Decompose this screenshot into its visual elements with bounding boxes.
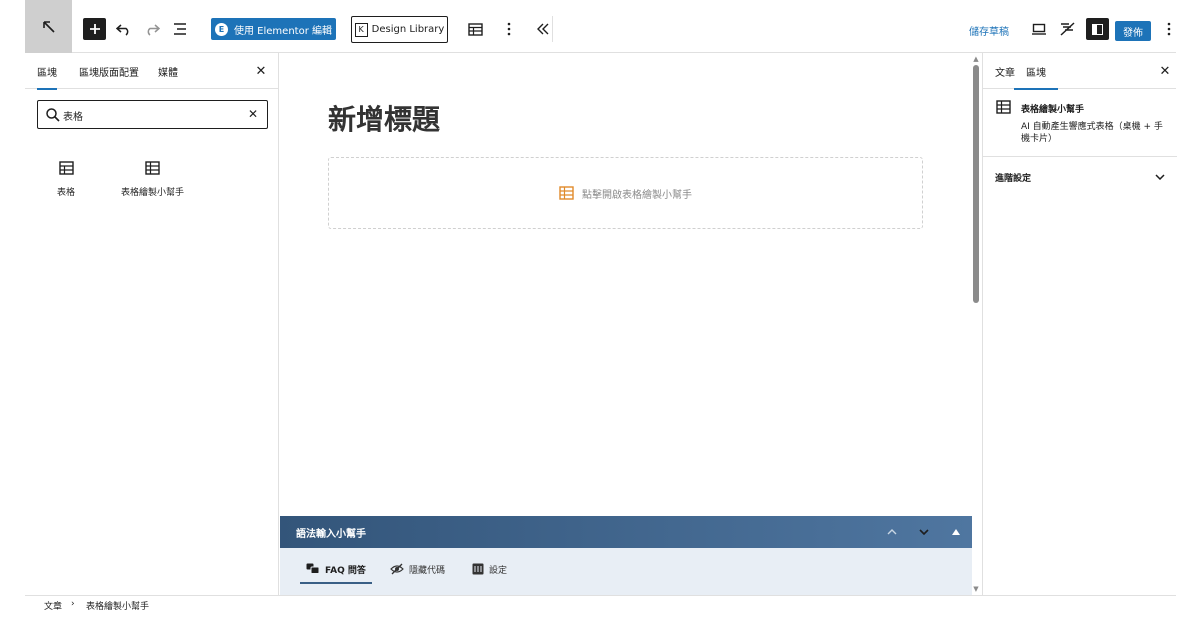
undo-icon [116, 24, 129, 36]
scroll-down-arrow-icon[interactable]: ▼ [971, 584, 981, 594]
document-overview-button[interactable] [168, 16, 192, 42]
chevron-down-icon [919, 529, 929, 535]
breadcrumb-item-post[interactable]: 文章 [44, 599, 62, 612]
design-library-button[interactable]: K Design Library [351, 16, 448, 43]
scroll-thumb[interactable] [973, 65, 979, 303]
elementor-button-label: 使用 Elementor 編輯 [234, 25, 332, 37]
close-inserter-button[interactable]: ✕ [253, 63, 269, 79]
close-icon: ✕ [1159, 63, 1171, 79]
block-card-title: 表格繪製小幫手 [1021, 105, 1085, 115]
tab-post[interactable]: 文章 [995, 53, 1015, 89]
table-icon [996, 100, 1011, 114]
settings-sidebar-toggle[interactable] [1086, 18, 1109, 40]
syntax-helper-body: FAQ 問答 隱藏代碼 設定 [280, 548, 972, 595]
search-icon [46, 108, 60, 122]
syntax-helper-header: 語法輸入小幫手 [280, 516, 972, 548]
edit-with-elementor-button[interactable]: E 使用 Elementor 編輯 [211, 18, 336, 40]
chevron-double-left-icon [537, 23, 549, 35]
settings-sidebar: 文章 區塊 ✕ 表格繪製小幫手 AI 自動產生響應式表格（桌機 + 手機卡片） … [982, 53, 1177, 595]
plus-icon [89, 24, 100, 34]
placeholder-label: 點擊開啟表格繪製小幫手 [582, 189, 692, 201]
table-helper-placeholder-block[interactable]: 點擊開啟表格繪製小幫手 [328, 157, 923, 229]
breadcrumb: 文章 › 表格繪製小幫手 [25, 595, 1176, 634]
move-up-button[interactable] [882, 522, 902, 542]
syntax-helper-panel: 語法輸入小幫手 FAQ 問答 隱藏代碼 設定 [280, 516, 972, 595]
close-settings-button[interactable]: ✕ [1157, 63, 1173, 79]
clear-search-button[interactable]: ✕ [246, 107, 260, 121]
seo-tool-button[interactable] [1056, 16, 1080, 42]
block-result-label: 表格 [57, 188, 76, 198]
collapse-toolbar-button[interactable] [531, 16, 555, 42]
sliders-icon [472, 563, 484, 575]
redo-icon [147, 24, 160, 36]
arrow-up-left-icon [42, 20, 55, 33]
block-result-table-helper[interactable]: 表格繪製小幫手 [121, 161, 184, 221]
redo-button[interactable] [140, 16, 164, 42]
tab-patterns[interactable]: 區塊版面配置 [79, 53, 139, 89]
tab-hidden-code[interactable]: 隱藏代碼 [390, 556, 445, 582]
options-button[interactable] [1157, 16, 1181, 42]
post-title-input[interactable]: 新增標題 [328, 98, 440, 138]
block-search-input[interactable] [63, 105, 243, 125]
more-tools-button[interactable] [497, 16, 521, 42]
inserter-tabs: 區塊 區塊版面配置 媒體 ✕ [25, 53, 278, 90]
editor-frame: E 使用 Elementor 編輯 K Design Library 儲存草稿 … [25, 0, 1177, 634]
chevron-down-icon [1155, 174, 1165, 180]
more-vertical-icon [1167, 22, 1171, 36]
table-icon [467, 22, 483, 36]
editor-canvas: 新增標題 點擊開啟表格繪製小幫手 ▲ ▼ 語法輸入小幫手 FAQ 問答 隱藏代碼… [280, 53, 983, 595]
back-button[interactable] [25, 0, 72, 53]
breadcrumb-separator-icon: › [71, 599, 75, 609]
close-icon: ✕ [247, 107, 259, 121]
toggle-panel-button[interactable] [946, 522, 966, 542]
document-outline-icon [174, 23, 186, 35]
elementor-logo-icon: E [215, 22, 228, 36]
chevron-up-icon [887, 529, 897, 535]
more-vertical-icon [507, 22, 511, 36]
tab-block[interactable]: 區塊 [1014, 53, 1058, 90]
publish-button[interactable]: 發佈 [1115, 21, 1151, 41]
block-inserter-panel: 區塊 區塊版面配置 媒體 ✕ ✕ 表格 表格繪製小幫手 [25, 53, 279, 595]
close-icon: ✕ [255, 63, 267, 79]
advanced-settings-toggle[interactable]: 進階設定 [983, 157, 1177, 197]
triangle-up-icon [952, 529, 960, 535]
tab-media[interactable]: 媒體 [158, 53, 178, 89]
design-library-logo-icon: K [354, 22, 368, 37]
chat-icon [306, 563, 320, 574]
table-icon [559, 186, 574, 200]
undo-button[interactable] [112, 16, 136, 42]
feather-icon [1060, 22, 1075, 36]
block-info-card: 表格繪製小幫手 AI 自動產生響應式表格（桌機 + 手機卡片） [983, 88, 1177, 157]
block-inserter-toggle[interactable] [83, 18, 106, 40]
table-icon [145, 161, 160, 175]
tab-faq[interactable]: FAQ 問答 [300, 556, 372, 584]
breadcrumb-item-block[interactable]: 表格繪製小幫手 [86, 599, 149, 612]
move-down-button[interactable] [914, 522, 934, 542]
block-card-description: AI 自動產生響應式表格（桌機 + 手機卡片） [1021, 122, 1163, 144]
table-helper-button[interactable] [463, 16, 487, 42]
design-library-label: Design Library [371, 24, 445, 35]
tab-label: FAQ 問答 [325, 565, 366, 576]
preview-button[interactable] [1027, 16, 1051, 42]
eye-slash-icon [390, 563, 404, 575]
tab-settings[interactable]: 設定 [472, 556, 507, 582]
settings-tabs: 文章 區塊 ✕ [983, 53, 1176, 90]
block-result-table[interactable]: 表格 [57, 161, 75, 221]
top-toolbar: E 使用 Elementor 編輯 K Design Library 儲存草稿 … [25, 0, 1176, 53]
block-search-box: ✕ [37, 100, 268, 129]
advanced-settings-label: 進階設定 [995, 173, 1032, 184]
canvas-scrollbar[interactable]: ▲ ▼ [969, 53, 981, 595]
save-draft-button[interactable]: 儲存草稿 [969, 20, 1009, 40]
table-icon [58, 161, 74, 175]
block-result-label: 表格繪製小幫手 [121, 188, 185, 198]
syntax-helper-title: 語法輸入小幫手 [296, 529, 366, 540]
tab-label: 設定 [489, 565, 508, 576]
scroll-up-arrow-icon[interactable]: ▲ [971, 54, 981, 64]
desktop-preview-icon [1032, 23, 1046, 35]
sidebar-toggle-icon [1092, 23, 1103, 35]
tab-label: 隱藏代碼 [409, 565, 446, 576]
tab-blocks[interactable]: 區塊 [37, 53, 57, 90]
